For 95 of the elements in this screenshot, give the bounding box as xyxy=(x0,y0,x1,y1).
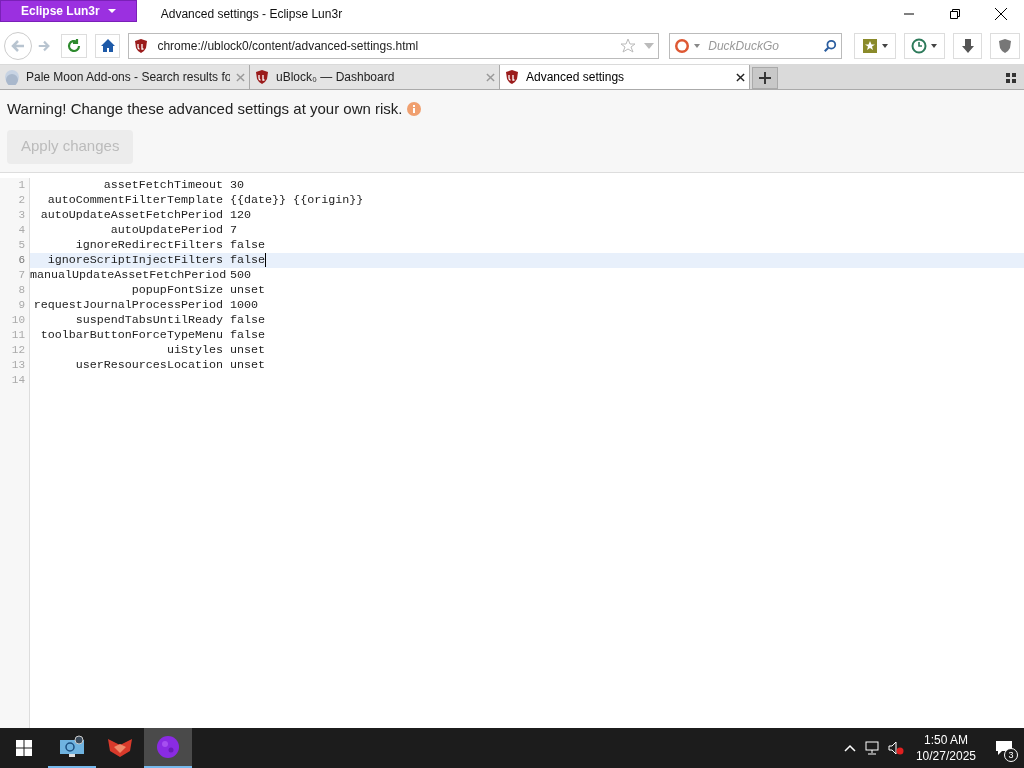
setting-value: false xyxy=(230,327,266,343)
address-bar[interactable]: chrome://ublock0/content/advanced-settings.html xyxy=(128,33,660,59)
line-number: 6 xyxy=(17,252,26,268)
setting-name: ignoreScriptInjectFilters xyxy=(46,252,224,268)
message-icon xyxy=(995,740,1013,756)
shield-icon xyxy=(254,69,270,85)
line-number: 5 xyxy=(17,237,26,253)
setting-name: autoUpdatePeriod xyxy=(109,222,224,238)
browser-tab[interactable]: uBlock₀ — Dashboard xyxy=(250,65,500,89)
caret-icon xyxy=(107,9,116,13)
browser-tab[interactable]: Advanced settings xyxy=(500,65,750,89)
setting-value: 120 xyxy=(230,207,252,223)
forward-arrow-icon xyxy=(37,39,52,53)
muted-speaker-icon[interactable] xyxy=(887,741,904,755)
line-number: 10 xyxy=(10,312,26,328)
search-placeholder: DuckDuckGo xyxy=(708,38,779,55)
setting-name: uiStyles xyxy=(165,342,224,358)
clock-time: 1:50 AM xyxy=(923,732,968,748)
notification-button[interactable]: 3 xyxy=(984,728,1024,768)
caret-icon xyxy=(882,44,888,48)
line-number: 2 xyxy=(17,192,26,208)
plus-icon xyxy=(759,72,771,84)
shield-icon xyxy=(133,38,150,54)
setting-value: unset xyxy=(230,282,266,298)
setting-name: suspendTabsUntilReady xyxy=(74,312,224,328)
clock-icon xyxy=(911,38,928,54)
line-number: 8 xyxy=(17,282,26,298)
close-icon xyxy=(995,8,1007,20)
search-icon xyxy=(823,39,838,53)
setting-name: autoCommentFilterTemplate xyxy=(46,192,224,208)
chevron-up-icon[interactable] xyxy=(843,744,856,752)
restore-icon xyxy=(950,9,960,19)
line-number: 1 xyxy=(17,177,26,193)
ublock-button[interactable] xyxy=(990,33,1020,59)
tab-title: Advanced settings xyxy=(526,69,625,86)
setting-name: toolbarButtonForceTypeMenu xyxy=(39,327,224,343)
home-button[interactable] xyxy=(94,34,121,58)
warning-text: Warning! Change these advanced settings at your own risk. xyxy=(7,99,403,119)
line-number: 3 xyxy=(17,207,26,223)
back-arrow-icon xyxy=(9,38,26,54)
network-icon[interactable] xyxy=(863,741,880,755)
new-tab-button[interactable] xyxy=(752,67,778,89)
taskbar-app[interactable] xyxy=(144,728,192,768)
duck-icon xyxy=(674,38,691,54)
caret-icon xyxy=(931,44,938,48)
line-number: 11 xyxy=(10,327,26,343)
setting-name: ignoreRedirectFilters xyxy=(74,237,224,253)
grid-icon[interactable] xyxy=(1006,73,1016,83)
shield-icon xyxy=(997,38,1014,54)
setting-value: 7 xyxy=(230,222,237,238)
line-number: 9 xyxy=(17,297,26,313)
bookmarks-button[interactable] xyxy=(854,33,896,59)
app-menu-button[interactable]: Eclipse Lun3r xyxy=(0,0,137,22)
close-tab-icon[interactable] xyxy=(736,72,745,82)
dropdown-caret-icon xyxy=(644,43,655,49)
downloads-button[interactable] xyxy=(952,33,983,59)
line-number: 12 xyxy=(10,342,26,358)
reload-icon xyxy=(66,38,82,54)
setting-name: autoUpdateAssetFetchPeriod xyxy=(39,207,224,223)
home-icon xyxy=(99,38,116,54)
info-icon xyxy=(406,102,421,117)
setting-name: popupFontSize xyxy=(130,282,224,298)
text-cursor xyxy=(265,252,267,267)
setting-value: 500 xyxy=(230,267,252,283)
setting-value: 30 xyxy=(230,177,245,193)
computer-icon xyxy=(58,735,86,759)
setting-value: false xyxy=(230,252,266,268)
setting-name: userResourcesLocation xyxy=(74,357,224,373)
setting-value: false xyxy=(230,237,266,253)
setting-value: 1000 xyxy=(230,297,259,313)
line-number: 13 xyxy=(10,357,26,373)
moon-icon xyxy=(4,69,20,85)
setting-name: requestJournalProcessPeriod xyxy=(32,297,224,313)
reload-button[interactable] xyxy=(61,34,87,58)
history-button[interactable] xyxy=(903,33,945,59)
shield-icon xyxy=(504,69,520,85)
setting-value: false xyxy=(230,312,266,328)
download-arrow-icon xyxy=(959,38,976,54)
setting-name: assetFetchTimeout xyxy=(102,177,224,193)
line-number: 4 xyxy=(17,222,26,238)
caret-icon xyxy=(694,44,701,48)
notification-count: 3 xyxy=(1004,748,1018,762)
url-text: chrome://ublock0/content/advanced-settings.html xyxy=(157,38,419,55)
windows-logo-icon xyxy=(16,740,32,756)
setting-value: unset xyxy=(230,357,266,373)
moon-icon xyxy=(154,735,182,759)
setting-value: {{date}} {{origin}} xyxy=(230,192,364,208)
window-title: Advanced settings - Eclipse Lun3r xyxy=(160,6,343,23)
clock-date: 10/27/2025 xyxy=(915,748,976,764)
tab-title: uBlock₀ — Dashboard xyxy=(276,69,395,86)
star-icon xyxy=(620,38,637,54)
line-number: 14 xyxy=(10,372,26,388)
line-number: 7 xyxy=(17,267,26,283)
setting-value: unset xyxy=(230,342,266,358)
setting-name: manualUpdateAssetFetchPeriod xyxy=(30,267,228,283)
